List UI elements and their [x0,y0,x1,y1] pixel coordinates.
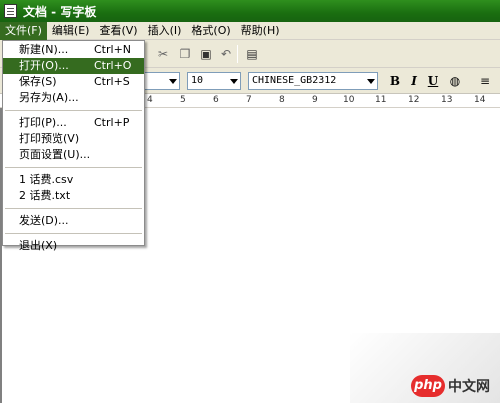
font-size-value: 10 [191,75,204,86]
toolbar-separator [237,45,238,63]
wordpad-icon [4,4,17,18]
ruler-mark: 4 [147,95,153,105]
ruler-mark: 5 [180,95,186,105]
underline-button[interactable]: U [424,72,442,90]
menu-item-label: 1 话费.csv [19,173,74,186]
italic-button[interactable]: I [405,72,423,90]
chevron-down-icon [230,79,238,84]
watermark: php 中文网 [411,375,490,397]
paste-icon[interactable]: ▣ [198,46,214,62]
menu-item-label: 页面设置(U)... [19,148,91,161]
menu-item-save[interactable]: 保存(S) Ctrl+S [3,74,144,90]
window-title: 文档 - 写字板 [23,4,97,19]
menu-item-label: 保存(S) [19,75,57,88]
menu-item-print[interactable]: 打印(P)... Ctrl+P [3,115,144,131]
insert-object-icon[interactable]: ▤ [244,46,260,62]
menu-separator [5,233,142,234]
menu-item-shortcut: Ctrl+N [94,43,132,56]
menu-item-shortcut: Ctrl+P [94,116,130,129]
menu-help[interactable]: 帮助(H) [236,22,285,40]
font-size-select[interactable]: 10 [187,72,241,90]
menu-item-shortcut: Ctrl+S [94,75,130,88]
menu-insert[interactable]: 插入(I) [143,22,187,40]
menu-item-print-preview[interactable]: 打印预览(V) [3,131,144,147]
chevron-down-icon [367,79,375,84]
menu-file[interactable]: 文件(F) [0,21,47,40]
menu-item-recent-2[interactable]: 2 话费.txt [3,188,144,204]
menu-item-label: 新建(N)... [19,43,69,56]
ruler-mark: 10 [343,95,355,105]
ruler-mark: 12 [408,95,420,105]
menu-edit[interactable]: 编辑(E) [47,22,95,40]
menu-item-shortcut: Ctrl+O [94,59,132,72]
menu-item-open[interactable]: 打开(O)... Ctrl+O [3,58,144,74]
menu-item-page-setup[interactable]: 页面设置(U)... [3,147,144,163]
cut-icon[interactable]: ✂ [155,46,171,62]
charset-value: CHINESE_GB2312 [252,75,337,86]
menu-separator [5,110,142,111]
watermark-badge: php [411,375,445,397]
menu-item-label: 发送(D)... [19,214,69,227]
menu-format[interactable]: 格式(O) [186,22,235,40]
menu-separator [5,167,142,168]
ruler-mark: 6 [213,95,219,105]
ruler-mark: 13 [441,95,453,105]
menu-item-new[interactable]: 新建(N)... Ctrl+N [3,42,144,58]
menu-bar: 文件(F) 编辑(E) 查看(V) 插入(I) 格式(O) 帮助(H) [0,21,500,40]
title-bar: 文档 - 写字板 [0,0,500,22]
undo-icon[interactable]: ↶ [218,46,234,62]
color-palette-icon[interactable]: ◍ [446,72,464,90]
bold-button[interactable]: B [386,72,404,90]
ruler-mark: 8 [279,95,285,105]
menu-item-exit[interactable]: 退出(X) [3,238,144,254]
ruler-mark: 7 [246,95,252,105]
ruler-mark: 11 [375,95,387,105]
ruler-mark: 14 [474,95,486,105]
ruler-mark: 9 [312,95,318,105]
menu-item-label: 打印(P)... [19,116,67,129]
menu-item-send[interactable]: 发送(D)... [3,213,144,229]
align-left-icon[interactable]: ≡ [476,72,494,90]
chevron-down-icon [169,79,177,84]
menu-separator [5,208,142,209]
charset-select[interactable]: CHINESE_GB2312 [248,72,378,90]
menu-item-label: 打印预览(V) [19,132,80,145]
menu-view[interactable]: 查看(V) [94,22,142,40]
copy-icon[interactable]: ❐ [177,46,193,62]
file-menu-dropdown: 新建(N)... Ctrl+N 打开(O)... Ctrl+O 保存(S) Ct… [2,40,145,252]
menu-item-save-as[interactable]: 另存为(A)... [3,90,144,106]
menu-item-label: 退出(X) [19,239,58,252]
menu-item-label: 另存为(A)... [19,91,79,104]
watermark-text: 中文网 [448,379,490,395]
menu-item-recent-1[interactable]: 1 话费.csv [3,172,144,188]
menu-item-label: 打开(O)... [19,59,69,72]
menu-item-label: 2 话费.txt [19,189,71,202]
